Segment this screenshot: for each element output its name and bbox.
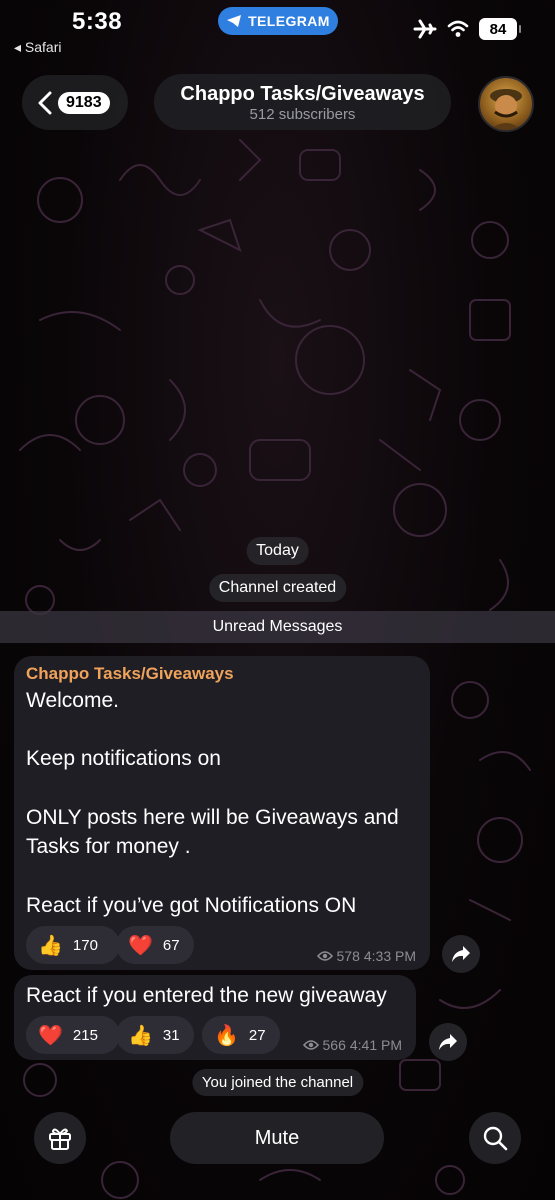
message-line: Tasks for money .: [26, 835, 191, 858]
sender-name: Chappo Tasks/Giveaways: [26, 664, 234, 683]
reaction-heart[interactable]: ❤️ 215: [26, 1016, 120, 1054]
forward-arrow-icon: [439, 1034, 457, 1050]
gift-button[interactable]: [34, 1112, 86, 1164]
channel-created-notice: Channel created: [208, 574, 347, 602]
reaction-heart[interactable]: ❤️ 67: [116, 926, 194, 964]
back-to-safari-link[interactable]: ◂ Safari: [14, 39, 62, 56]
back-button[interactable]: 9183: [22, 75, 128, 130]
reaction-count: 215: [72, 1026, 98, 1044]
forward-button[interactable]: [429, 1023, 467, 1061]
message-line: React if you entered the new giveaway: [26, 984, 387, 1007]
reaction-thumbs-up[interactable]: 👍 170: [26, 926, 120, 964]
eye-icon: [316, 951, 333, 961]
telegram-icon: [227, 15, 242, 27]
channel-title: Chappo Tasks/Giveaways: [180, 83, 425, 105]
chevron-left-icon: [38, 91, 52, 114]
reaction-fire[interactable]: 🔥 27: [202, 1016, 280, 1054]
message-meta: 578 4:33 PM: [316, 948, 416, 964]
search-icon: [483, 1126, 508, 1151]
thumbs-up-emoji: 👍: [38, 934, 63, 957]
app-pill-label: TELEGRAM: [248, 13, 330, 29]
message-line: ONLY posts here will be Giveaways and: [26, 806, 399, 829]
heart-emoji: ❤️: [128, 934, 153, 957]
eye-icon: [302, 1040, 319, 1050]
forward-arrow-icon: [452, 946, 470, 962]
mute-button[interactable]: Mute: [170, 1112, 384, 1164]
date-separator: Today: [246, 537, 309, 565]
message-line: React if you’ve got Notifications ON: [26, 894, 357, 917]
status-bar: 5:38 ◂ Safari TELEGRAM 84: [0, 0, 555, 62]
wifi-icon: [447, 20, 469, 37]
message-bubble[interactable]: Chappo Tasks/Giveaways Welcome. Keep not…: [14, 656, 430, 970]
channel-avatar[interactable]: [478, 76, 534, 132]
unread-divider-label: Unread Messages: [212, 618, 343, 635]
message-line: Keep notifications on: [26, 747, 221, 770]
search-button[interactable]: [469, 1112, 521, 1164]
gift-icon: [49, 1128, 71, 1150]
fire-emoji: 🔥: [214, 1024, 239, 1047]
unread-messages-divider: Unread Messages: [0, 611, 555, 643]
status-icons: 84: [413, 18, 521, 40]
message-bubble[interactable]: React if you entered the new giveaway ❤️…: [14, 975, 416, 1060]
reaction-count: 67: [162, 936, 180, 954]
unread-count-badge: 9183: [58, 91, 110, 114]
battery-indicator: 84: [479, 18, 521, 40]
forward-button[interactable]: [442, 935, 480, 973]
message-line: Welcome.: [26, 689, 119, 712]
view-count: 566: [322, 1037, 346, 1053]
message-time: 4:33 PM: [363, 948, 416, 964]
joined-channel-notice: You joined the channel: [191, 1069, 364, 1096]
avatar-portrait-icon: [490, 89, 522, 130]
reaction-count: 27: [248, 1026, 266, 1044]
reaction-count: 170: [72, 936, 98, 954]
reaction-thumbs-up[interactable]: 👍 31: [116, 1016, 194, 1054]
clock: 5:38: [72, 8, 123, 35]
reaction-count: 31: [162, 1026, 180, 1044]
channel-title-button[interactable]: Chappo Tasks/Giveaways 512 subscribers: [154, 74, 451, 130]
airplane-icon: [413, 19, 437, 39]
message-meta: 566 4:41 PM: [302, 1037, 402, 1053]
mute-label: Mute: [254, 1126, 300, 1149]
telegram-live-activity-pill[interactable]: TELEGRAM: [218, 7, 338, 35]
subscriber-count: 512 subscribers: [249, 106, 356, 123]
view-count: 578: [336, 948, 360, 964]
thumbs-up-emoji: 👍: [128, 1024, 153, 1047]
message-time: 4:41 PM: [349, 1037, 402, 1053]
heart-emoji: ❤️: [38, 1024, 63, 1047]
